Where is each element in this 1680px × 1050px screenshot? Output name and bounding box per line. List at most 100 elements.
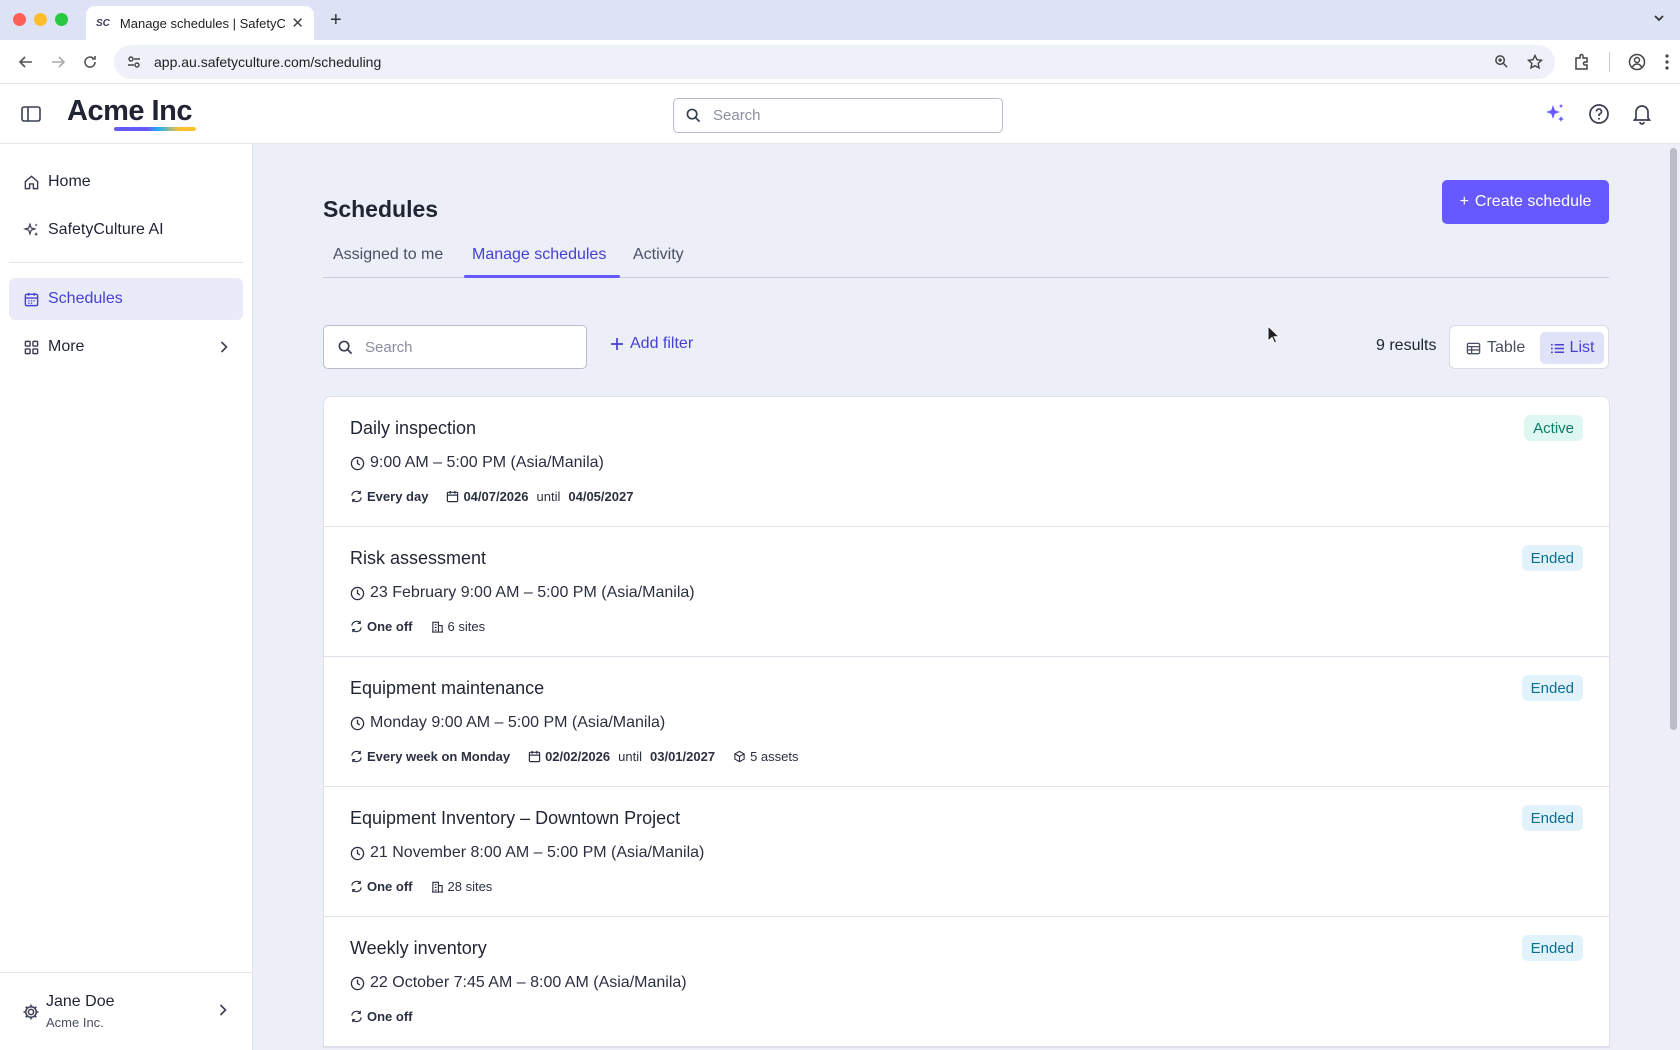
create-schedule-label: Create schedule bbox=[1474, 193, 1592, 210]
forward-icon[interactable] bbox=[42, 46, 74, 78]
browser-tab-bar: SC Manage schedules | SafetyCu ✕ + bbox=[0, 0, 1680, 40]
schedule-time-text: 23 February 9:00 AM – 5:00 PM (Asia/Mani… bbox=[370, 584, 695, 601]
zoom-icon[interactable] bbox=[1494, 54, 1509, 69]
plus-icon: + bbox=[1459, 193, 1469, 210]
minimize-window-button[interactable] bbox=[34, 13, 47, 26]
main-content: Schedules + Create schedule Assigned to … bbox=[253, 144, 1680, 1050]
building-icon bbox=[431, 620, 444, 633]
plus-icon bbox=[610, 337, 624, 351]
sidebar: Home SafetyCulture AI Schedules More Jan… bbox=[0, 144, 253, 1050]
schedule-recurrence: One off bbox=[367, 879, 413, 894]
sidebar-item-home[interactable]: Home bbox=[9, 161, 243, 203]
site-info-icon[interactable] bbox=[126, 54, 142, 70]
back-icon[interactable] bbox=[10, 46, 42, 78]
list-item[interactable]: Equipment Inventory – Downtown Project 2… bbox=[324, 787, 1609, 917]
extensions-icon[interactable] bbox=[1573, 53, 1591, 71]
list-item[interactable]: Weekly inventory 22 October 7:45 AM – 8:… bbox=[324, 917, 1609, 1047]
browser-tab[interactable]: SC Manage schedules | SafetyCu ✕ bbox=[86, 6, 314, 40]
calendar-icon bbox=[528, 750, 541, 763]
list-view-button[interactable]: List bbox=[1540, 332, 1604, 364]
help-icon[interactable] bbox=[1588, 103, 1610, 125]
schedule-title[interactable]: Weekly inventory bbox=[350, 938, 487, 959]
schedule-end-date: 03/01/2027 bbox=[650, 749, 716, 764]
schedule-title[interactable]: Risk assessment bbox=[350, 548, 486, 569]
list-view-label: List bbox=[1569, 339, 1595, 356]
logo-underline bbox=[114, 127, 196, 131]
status-badge: Ended bbox=[1521, 805, 1583, 831]
until-text: until bbox=[618, 749, 642, 764]
list-item[interactable]: Daily inspection 9:00 AM – 5:00 PM (Asia… bbox=[324, 397, 1609, 527]
schedule-time: 21 November 8:00 AM – 5:00 PM (Asia/Mani… bbox=[350, 844, 704, 862]
create-schedule-button[interactable]: + Create schedule bbox=[1442, 180, 1609, 224]
sparkle-icon[interactable] bbox=[1544, 103, 1566, 125]
reload-icon[interactable] bbox=[74, 46, 106, 78]
sidebar-item-more[interactable]: More bbox=[9, 326, 243, 368]
schedule-list: Daily inspection 9:00 AM – 5:00 PM (Asia… bbox=[323, 396, 1610, 1048]
repeat-icon bbox=[350, 1010, 363, 1023]
building-icon bbox=[431, 880, 444, 893]
table-view-button[interactable]: Table bbox=[1458, 332, 1533, 364]
bookmark-star-icon[interactable] bbox=[1527, 53, 1543, 70]
list-item[interactable]: Equipment maintenance Monday 9:00 AM – 5… bbox=[324, 657, 1609, 787]
schedule-time: 23 February 9:00 AM – 5:00 PM (Asia/Mani… bbox=[350, 584, 695, 602]
scrollbar[interactable] bbox=[1670, 148, 1677, 730]
tab-manage-schedules[interactable]: Manage schedules bbox=[472, 246, 606, 264]
browser-menu-icon[interactable] bbox=[1664, 53, 1670, 71]
sidebar-toggle-icon[interactable] bbox=[20, 104, 42, 124]
window-controls bbox=[13, 13, 68, 26]
org-logo[interactable]: Acme Inc bbox=[67, 95, 192, 128]
global-search-placeholder: Search bbox=[713, 107, 761, 124]
clock-icon bbox=[350, 976, 365, 991]
schedule-recurrence: One off bbox=[367, 619, 413, 634]
close-tab-icon[interactable]: ✕ bbox=[291, 14, 304, 32]
sidebar-item-safetyculture-ai[interactable]: SafetyCulture AI bbox=[9, 209, 243, 251]
repeat-icon bbox=[350, 490, 363, 503]
schedule-time-text: 21 November 8:00 AM – 5:00 PM (Asia/Mani… bbox=[370, 844, 705, 861]
calendar-icon bbox=[446, 490, 459, 503]
schedule-search-input[interactable]: Search bbox=[323, 325, 587, 369]
view-toggle: Table List bbox=[1449, 325, 1609, 369]
table-view-label: Table bbox=[1487, 339, 1526, 356]
new-tab-icon[interactable]: + bbox=[330, 9, 342, 32]
gear-icon bbox=[22, 1003, 40, 1021]
schedule-start-date: 04/07/2026 bbox=[463, 489, 529, 504]
schedule-title[interactable]: Daily inspection bbox=[350, 418, 476, 439]
schedule-search-placeholder: Search bbox=[365, 338, 413, 356]
schedule-time-text: 22 October 7:45 AM – 8:00 AM (Asia/Manil… bbox=[370, 974, 687, 991]
schedule-title[interactable]: Equipment Inventory – Downtown Project bbox=[350, 808, 680, 829]
search-icon bbox=[338, 340, 353, 355]
clock-icon bbox=[350, 456, 365, 471]
profile-icon[interactable] bbox=[1628, 53, 1646, 71]
add-filter-button[interactable]: Add filter bbox=[610, 335, 693, 353]
global-search-input[interactable]: Search bbox=[673, 98, 1003, 133]
list-icon bbox=[1550, 341, 1565, 356]
app-header: Acme Inc Search bbox=[0, 84, 1680, 144]
cube-icon bbox=[733, 750, 746, 763]
sidebar-item-label: SafetyCulture AI bbox=[48, 221, 164, 238]
sidebar-item-label: Schedules bbox=[48, 290, 123, 307]
status-badge: Ended bbox=[1521, 675, 1583, 701]
maximize-window-button[interactable] bbox=[55, 13, 68, 26]
close-window-button[interactable] bbox=[13, 13, 26, 26]
schedule-recurrence: One off bbox=[367, 1009, 413, 1024]
schedule-end-date: 04/05/2027 bbox=[568, 489, 634, 504]
repeat-icon bbox=[350, 750, 363, 763]
schedule-time: 22 October 7:45 AM – 8:00 AM (Asia/Manil… bbox=[350, 974, 687, 992]
sidebar-item-schedules[interactable]: Schedules bbox=[9, 278, 243, 320]
user-menu[interactable]: Jane Doe Acme Inc. bbox=[0, 972, 252, 1050]
tab-title: Manage schedules | SafetyCu bbox=[119, 15, 286, 31]
schedule-title[interactable]: Equipment maintenance bbox=[350, 678, 544, 699]
tab-search-icon[interactable] bbox=[1652, 11, 1666, 25]
tab-activity[interactable]: Activity bbox=[633, 246, 684, 264]
url-bar[interactable]: app.au.safetyculture.com/scheduling bbox=[114, 44, 1555, 79]
home-icon bbox=[23, 174, 40, 191]
add-filter-label: Add filter bbox=[630, 335, 694, 352]
list-item[interactable]: Risk assessment 23 February 9:00 AM – 5:… bbox=[324, 527, 1609, 657]
status-badge: Ended bbox=[1521, 545, 1583, 571]
schedule-start-date: 02/02/2026 bbox=[545, 749, 611, 764]
bell-icon[interactable] bbox=[1632, 103, 1652, 125]
tab-assigned-to-me[interactable]: Assigned to me bbox=[333, 246, 443, 264]
schedule-sites: 6 sites bbox=[447, 619, 486, 634]
repeat-icon bbox=[350, 620, 363, 633]
schedule-time: 9:00 AM – 5:00 PM (Asia/Manila) bbox=[350, 454, 604, 472]
